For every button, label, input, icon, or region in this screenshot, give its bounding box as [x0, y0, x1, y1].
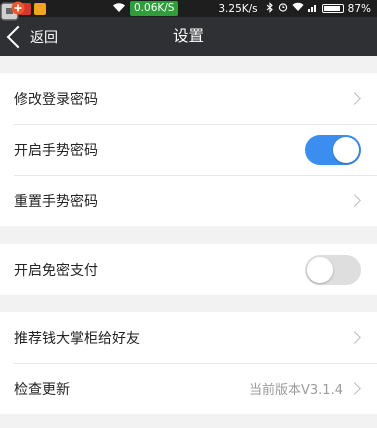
- floating-widget-icon[interactable]: [0, 0, 26, 30]
- settings-row-check-update[interactable]: 检查更新 当前版本V3.1.4: [0, 363, 377, 414]
- net-speed-badge: 0.06K/S: [130, 1, 179, 16]
- gesture-password-toggle[interactable]: [305, 134, 361, 165]
- wifi-icon: [292, 2, 304, 15]
- settings-row-recommend-to-friend[interactable]: 推荐钱大掌柜给好友: [0, 312, 377, 363]
- nav-bar: 返回 设置: [0, 17, 377, 56]
- bluetooth-icon: [266, 1, 274, 16]
- battery-percent: 87%: [347, 2, 371, 15]
- settings-group-password: 修改登录密码 开启手势密码 重置手势密码: [0, 73, 377, 226]
- password-free-payment-toggle[interactable]: [305, 254, 361, 285]
- row-label: 修改登录密码: [14, 91, 98, 108]
- settings-row-change-login-password[interactable]: 修改登录密码: [0, 73, 377, 124]
- chevron-right-icon: [348, 194, 361, 207]
- settings-group-about: 推荐钱大掌柜给好友 检查更新 当前版本V3.1.4: [0, 312, 377, 414]
- wifi-icon: [112, 2, 126, 16]
- app-notification-icon: [34, 2, 46, 15]
- download-speed: 3.25K/s: [218, 2, 258, 15]
- toggle-knob: [333, 136, 359, 163]
- row-label: 推荐钱大掌柜给好友: [14, 330, 140, 347]
- settings-row-gesture-password: 开启手势密码: [0, 124, 377, 175]
- row-label: 开启手势密码: [14, 142, 98, 159]
- battery-icon: [321, 4, 344, 13]
- row-label: 检查更新: [14, 381, 70, 398]
- settings-row-reset-gesture-password[interactable]: 重置手势密码: [0, 175, 377, 226]
- chevron-right-icon: [348, 382, 361, 395]
- chevron-right-icon: [348, 331, 361, 344]
- version-value: 当前版本V3.1.4: [249, 383, 343, 398]
- settings-group-payment: 开启免密支付: [0, 244, 377, 295]
- status-bar: 0.06K/S 3.25K/s 87%: [0, 0, 377, 17]
- signal-icon: [307, 3, 318, 15]
- row-label: 重置手势密码: [14, 193, 98, 210]
- alarm-icon: [278, 2, 288, 15]
- row-label: 开启免密支付: [14, 262, 98, 279]
- toggle-knob: [307, 256, 333, 283]
- settings-row-password-free-payment: 开启免密支付: [0, 244, 377, 295]
- chevron-right-icon: [348, 92, 361, 105]
- page-title: 设置: [172, 27, 204, 45]
